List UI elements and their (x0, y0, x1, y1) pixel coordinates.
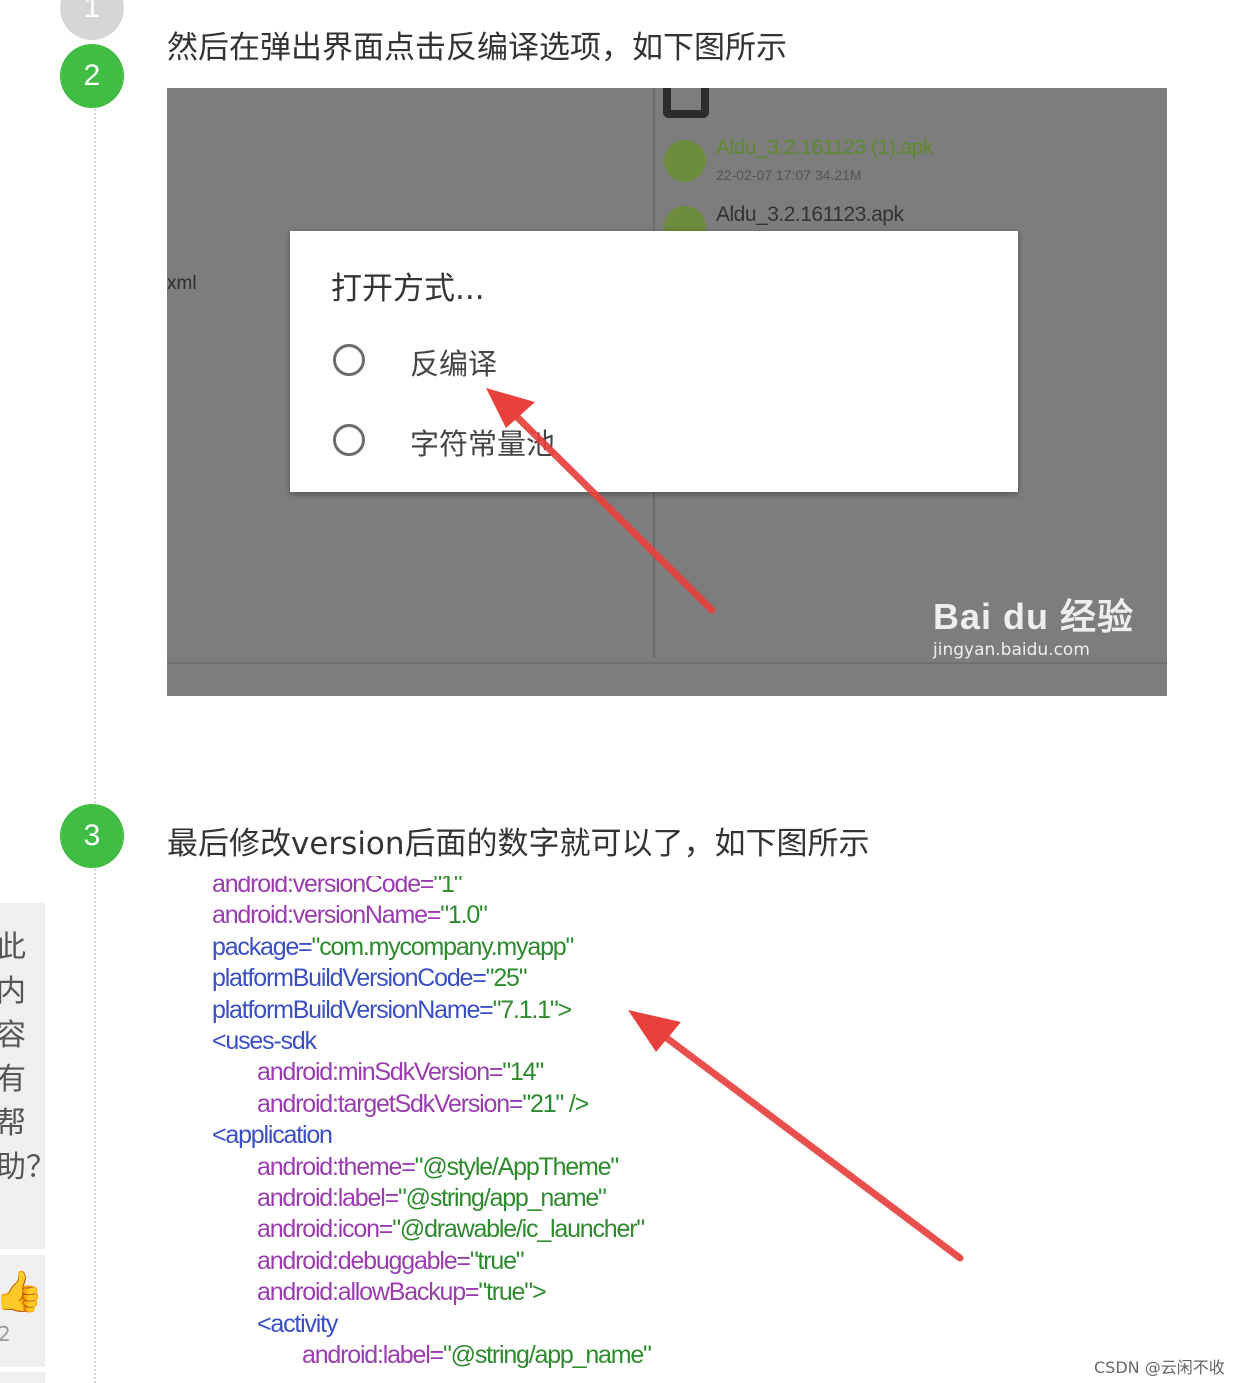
arrow-2 (628, 1010, 964, 1262)
arrow-1 (486, 388, 716, 614)
arrows-overlay (486, 388, 964, 1262)
